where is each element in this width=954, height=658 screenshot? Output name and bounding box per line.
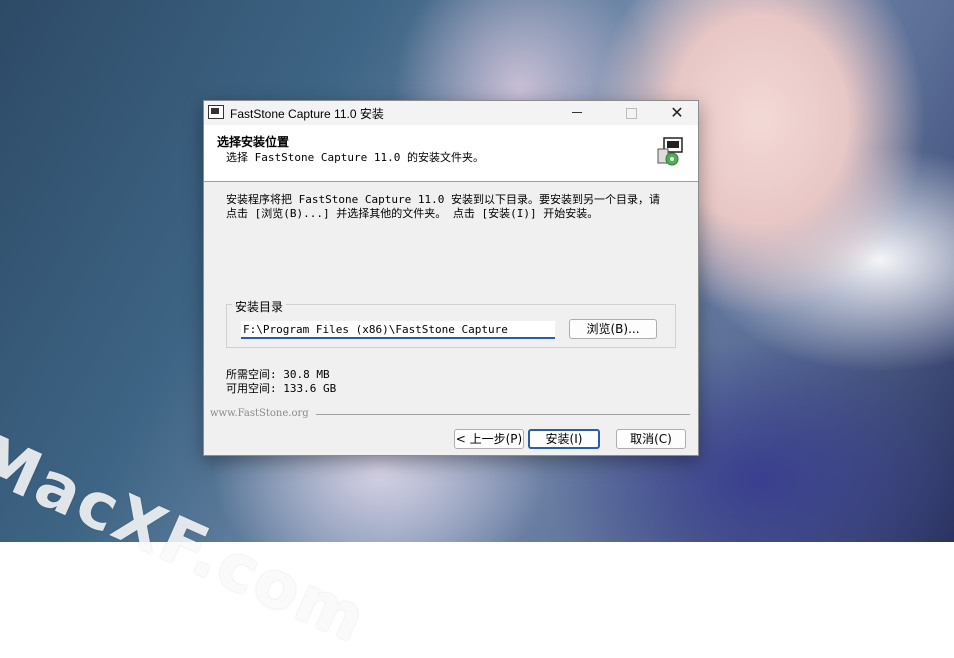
page-title: 选择安装位置 <box>217 135 290 149</box>
window-title: FastStone Capture 11.0 安装 <box>230 107 384 121</box>
divider <box>316 414 690 415</box>
back-button[interactable]: < 上一步(P) <box>454 429 524 449</box>
installer-dialog: FastStone Capture 11.0 安装 ✕ 选择安装位置 选择 Fa… <box>203 100 699 456</box>
instructions-line-2: 点击 [浏览(B)...] 并选择其他的文件夹。 点击 [安装(I)] 开始安装… <box>226 207 599 220</box>
instructions-line-1: 安装程序将把 FastStone Capture 11.0 安装到以下目录。要安… <box>226 193 660 206</box>
browse-button[interactable]: 浏览(B)... <box>569 319 657 339</box>
available-space: 可用空间: 133.6 GB <box>226 382 337 395</box>
install-dir-label: 安装目录 <box>232 298 287 315</box>
app-icon <box>208 105 224 119</box>
brand-url: www.FastStone.org <box>210 408 309 419</box>
installer-icon <box>657 137 683 166</box>
install-button[interactable]: 安装(I) <box>528 429 600 449</box>
close-icon[interactable]: ✕ <box>654 101 700 125</box>
minimize-icon[interactable] <box>554 101 600 125</box>
install-path-input[interactable] <box>241 321 555 339</box>
page-subtitle: 选择 FastStone Capture 11.0 的安装文件夹。 <box>226 151 484 164</box>
instructions: 安装程序将把 FastStone Capture 11.0 安装到以下目录。要安… <box>226 193 676 221</box>
header-panel: 选择安装位置 选择 FastStone Capture 11.0 的安装文件夹。 <box>204 125 698 182</box>
cancel-button[interactable]: 取消(C) <box>616 429 686 449</box>
maximize-icon <box>608 101 654 125</box>
title-bar[interactable]: FastStone Capture 11.0 安装 ✕ <box>204 101 698 125</box>
